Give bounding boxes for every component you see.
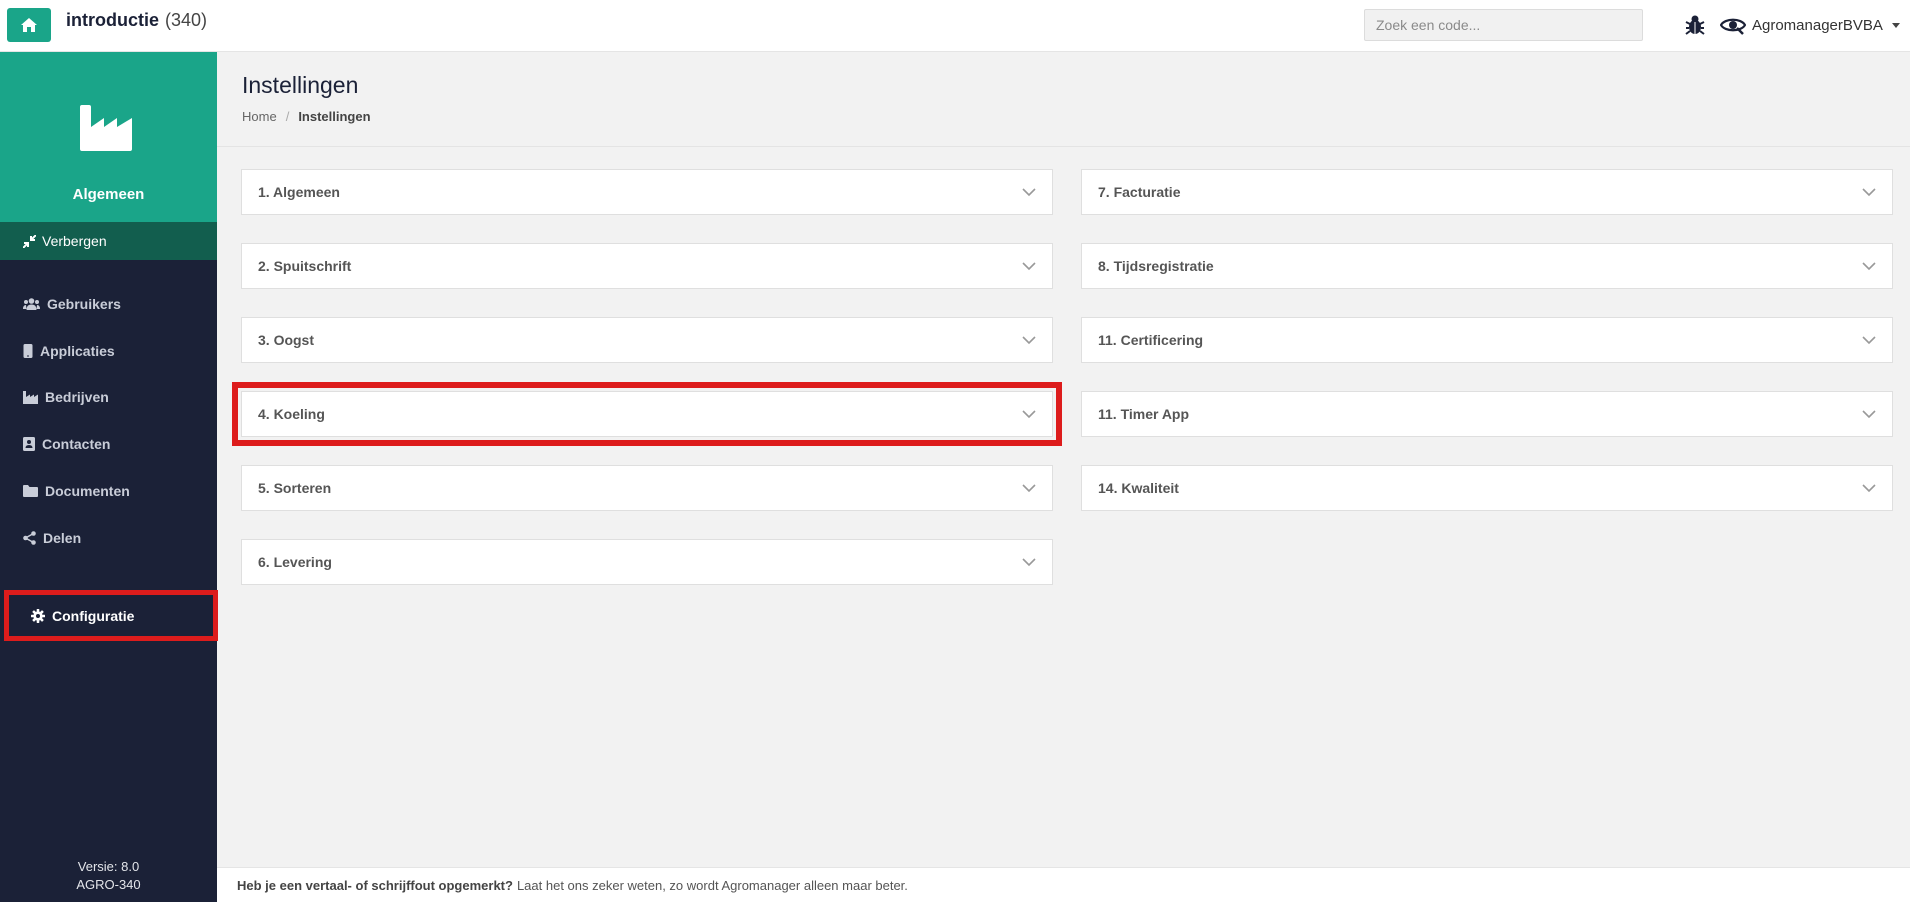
chevron-down-icon [1022, 262, 1036, 271]
header-divider [217, 146, 1910, 147]
chevron-down-icon [1862, 188, 1876, 197]
eye-icon [1720, 18, 1746, 35]
sidebar-item-contacten[interactable]: Contacten [0, 424, 217, 464]
gear-icon [31, 608, 45, 623]
top-bar: introductie (340) AgromanagerBVBA [0, 0, 1910, 52]
footer-text: Laat het ons zeker weten, zo wordt Agrom… [516, 877, 908, 893]
sidebar-item-label: Delen [43, 530, 82, 546]
accordion-panel-kwaliteit[interactable]: 14. Kwaliteit [1081, 465, 1893, 511]
sidebar-item-label: Gebruikers [47, 296, 121, 312]
panel-title: 3. Oogst [258, 332, 315, 348]
sidebar-item-delen[interactable]: Delen [0, 518, 217, 558]
home-button[interactable] [7, 8, 51, 42]
panel-title: 6. Levering [258, 554, 332, 570]
accordion-panel-sorteren[interactable]: 5. Sorteren [241, 465, 1053, 511]
accordion-panel-algemeen[interactable]: 1. Algemeen [241, 169, 1053, 215]
panel-title: 11. Timer App [1098, 406, 1190, 422]
chevron-down-icon [1862, 262, 1876, 271]
panel-title: 14. Kwaliteit [1098, 480, 1179, 496]
panel-title: 7. Facturatie [1098, 184, 1181, 200]
sidebar-item-label: Applicaties [40, 343, 115, 359]
chevron-down-icon [1022, 484, 1036, 493]
hide-sidebar-button[interactable]: Verbergen [0, 222, 217, 260]
breadcrumb-current: Instellingen [298, 109, 371, 124]
sidebar-item-gebruikers[interactable]: Gebruikers [0, 284, 217, 324]
chevron-down-icon [1862, 484, 1876, 493]
accordion-panel-levering[interactable]: 6. Levering [241, 539, 1053, 585]
accordion-panel-certificering[interactable]: 11. Certificering [1081, 317, 1893, 363]
sidebar-item-applicaties[interactable]: Applicaties [0, 331, 217, 371]
breadcrumb-separator: / [285, 109, 290, 124]
sidebar-item-label: Bedrijven [45, 389, 109, 405]
accordion-panel-tijdsregistratie[interactable]: 8. Tijdsregistratie [1081, 243, 1893, 289]
breadcrumb-home-link[interactable]: Home [242, 109, 277, 124]
app-title: introductie (340) [66, 10, 207, 31]
sidebar-item-label: Contacten [42, 436, 111, 452]
user-name: AgromanagerBVBA [1752, 16, 1883, 34]
version-info: Versie: 8.0 AGRO-340 [0, 858, 217, 894]
panel-title: 1. Algemeen [258, 184, 340, 200]
chevron-down-icon [1022, 558, 1036, 567]
share-icon [23, 531, 36, 545]
sidebar-header: Algemeen [0, 52, 217, 222]
version-label: Versie: 8.0 [77, 859, 140, 874]
sidebar-item-label: Documenten [45, 483, 130, 499]
chevron-down-icon [1862, 336, 1876, 345]
sidebar-section-title: Algemeen [72, 186, 145, 203]
accordion-panel-timer-app[interactable]: 11. Timer App [1081, 391, 1893, 437]
search-input[interactable] [1364, 9, 1643, 41]
accordion-panel-oogst[interactable]: 3. Oogst [241, 317, 1053, 363]
footer-question: Heb je een vertaal- of schrijffout opgem… [237, 877, 513, 893]
chevron-down-icon [1862, 410, 1876, 419]
sidebar: Algemeen Verbergen Gebruikers Applicatie… [0, 52, 218, 902]
panel-title: 11. Certificering [1098, 332, 1204, 348]
factory-icon [23, 390, 38, 404]
breadcrumb: Home / Instellingen [242, 109, 371, 124]
chevron-down-icon [1022, 410, 1036, 419]
accordion-panel-facturatie[interactable]: 7. Facturatie [1081, 169, 1893, 215]
chevron-down-icon [1022, 336, 1036, 345]
panel-title: 2. Spuitschrift [258, 258, 352, 274]
sidebar-item-bedrijven[interactable]: Bedrijven [0, 377, 217, 417]
chevron-down-icon [1891, 22, 1900, 28]
users-icon [23, 298, 40, 310]
chevron-down-icon [1022, 188, 1036, 197]
app-title-count: (340) [165, 10, 208, 30]
accordion-panel-spuitschrift[interactable]: 2. Spuitschrift [241, 243, 1053, 289]
build-label: AGRO-340 [76, 877, 141, 892]
footer: Heb je een vertaal- of schrijffout opgem… [217, 867, 1910, 902]
panel-title: 8. Tijdsregistratie [1098, 258, 1214, 274]
hide-label: Verbergen [42, 233, 107, 249]
panel-title: 5. Sorteren [258, 480, 332, 496]
home-icon [21, 18, 37, 32]
sidebar-item-configuratie[interactable]: Configuratie [4, 590, 218, 641]
compress-icon [23, 234, 36, 248]
mobile-icon [23, 344, 33, 358]
folder-icon [23, 485, 38, 497]
user-menu[interactable]: AgromanagerBVBA [1720, 13, 1900, 37]
bug-icon[interactable] [1683, 13, 1707, 37]
factory-icon [80, 105, 132, 151]
sidebar-item-label: Configuratie [52, 607, 135, 624]
app-title-text: introductie [66, 10, 159, 30]
contact-card-icon [23, 437, 35, 451]
accordion-panel-koeling[interactable]: 4. Koeling [232, 382, 1062, 446]
page-title: Instellingen [242, 72, 359, 98]
sidebar-item-documenten[interactable]: Documenten [0, 471, 217, 511]
panel-title: 4. Koeling [258, 406, 325, 422]
